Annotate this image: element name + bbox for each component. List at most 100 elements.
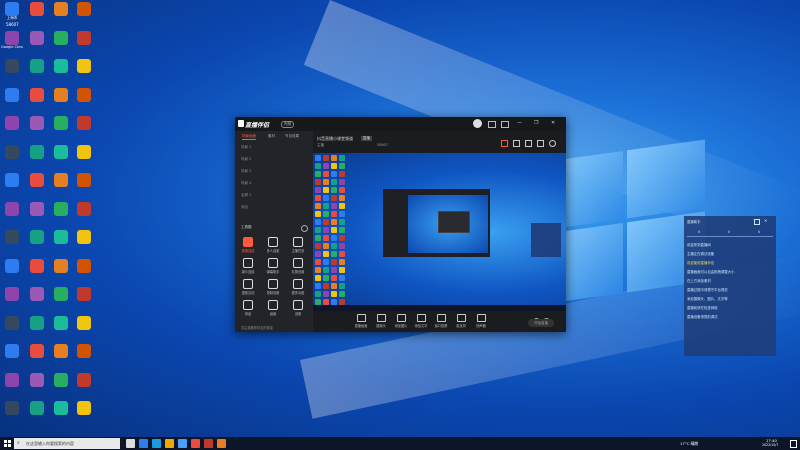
live-companion-window[interactable]: 直播伴侣 内测 — ❐ ✕ 场景画面 素材 节目效果 场景 1 场景 2 场景 3 场… xyxy=(235,117,566,332)
desktop-icon[interactable] xyxy=(1,144,23,171)
desktop-icon[interactable] xyxy=(26,2,48,28)
desktop-icon[interactable] xyxy=(26,30,48,57)
bottom-toolbar-button[interactable]: 麦克风 xyxy=(451,314,471,328)
tool-button[interactable]: 语音互动 xyxy=(239,279,257,295)
scene-item[interactable]: 场景 1 xyxy=(241,145,251,150)
desktop-icon[interactable] xyxy=(26,144,48,171)
desktop-icon[interactable] xyxy=(26,230,48,256)
taskbar-app-icon[interactable] xyxy=(217,439,226,448)
sidebar-footer[interactable]: 向主播推荐好友的链接 xyxy=(241,325,273,330)
pin-icon[interactable] xyxy=(754,219,760,225)
scene-item[interactable]: 场景 2 xyxy=(241,157,251,162)
scene-item[interactable]: 场景 3 xyxy=(241,169,251,174)
tab-assets[interactable]: 素材 xyxy=(268,134,275,139)
close-icon[interactable]: ✕ xyxy=(764,218,767,223)
taskbar-app-icon[interactable] xyxy=(165,439,174,448)
desktop-icon[interactable] xyxy=(1,87,23,114)
weather-widget[interactable]: 17°C 晴朗 xyxy=(680,441,698,447)
tool-button[interactable]: 更多功能 xyxy=(289,279,307,295)
tool-button[interactable]: 主播任务 xyxy=(289,237,307,253)
desktop-icon[interactable] xyxy=(1,401,23,427)
bottom-toolbar-button[interactable]: 添加图片 xyxy=(391,314,411,328)
taskbar-app-icon[interactable] xyxy=(204,439,213,448)
taskbar-app-icon[interactable] xyxy=(126,439,135,448)
desktop-icon[interactable] xyxy=(1,258,23,285)
desktop-icon[interactable] xyxy=(26,315,48,342)
desktop-icon[interactable] xyxy=(26,201,48,228)
scene-item[interactable]: 全屏 1 xyxy=(241,193,251,198)
toolbar-icon[interactable] xyxy=(525,140,532,147)
taskbar-app-icon[interactable] xyxy=(178,439,187,448)
maximize-button[interactable]: ❐ xyxy=(534,120,538,126)
close-button[interactable]: ✕ xyxy=(551,120,555,126)
tool-button[interactable]: 弹幕助手 xyxy=(264,258,282,274)
desktop-icon[interactable] xyxy=(1,372,23,399)
desktop-icon[interactable] xyxy=(50,173,72,199)
toolbar-icon[interactable] xyxy=(501,140,508,147)
desktop-icon[interactable] xyxy=(26,287,48,313)
tool-button[interactable]: 设置 xyxy=(289,300,307,316)
desktop-icon[interactable] xyxy=(50,59,72,85)
desktop-icon[interactable] xyxy=(1,201,23,228)
minimize-button[interactable]: — xyxy=(517,120,522,126)
desktop-icon[interactable] xyxy=(73,372,95,399)
bottom-toolbar-button[interactable]: 添加文字 xyxy=(411,314,431,328)
bottom-toolbar-button[interactable]: 摄像头 xyxy=(371,314,391,328)
desktop-icon[interactable] xyxy=(26,59,48,85)
desktop-icon[interactable] xyxy=(26,173,48,199)
desktop-icon[interactable] xyxy=(26,116,48,142)
tool-button[interactable]: 录制设置 xyxy=(264,279,282,295)
desktop-icon[interactable]: Google Chrome xyxy=(1,30,23,57)
toolbar-icon[interactable] xyxy=(513,140,520,147)
desktop-icon[interactable] xyxy=(50,372,72,399)
desktop-icon[interactable] xyxy=(73,230,95,256)
desktop-icon[interactable] xyxy=(26,401,48,427)
tray-icons[interactable] xyxy=(712,441,752,446)
tool-button[interactable]: 多人连麦 xyxy=(264,237,282,253)
taskbar-app-icon[interactable] xyxy=(139,439,148,448)
avatar[interactable] xyxy=(473,119,482,128)
desktop-icon[interactable] xyxy=(73,344,95,370)
desktop-icon[interactable] xyxy=(50,258,72,285)
desktop-icon[interactable] xyxy=(50,401,72,427)
desktop-icon[interactable] xyxy=(73,173,95,199)
desktop-icon[interactable] xyxy=(1,287,23,313)
desktop-icon[interactable] xyxy=(50,287,72,313)
bottom-toolbar-button[interactable]: 直播画面 xyxy=(351,314,371,328)
clock-date[interactable]: 2022/10/7 xyxy=(762,443,778,447)
desktop-icon[interactable] xyxy=(73,116,95,142)
desktop-icon[interactable] xyxy=(50,87,72,114)
desktop-icon[interactable] xyxy=(1,116,23,142)
live-assistant-panel[interactable]: 直播助手 ✕ 0 0 0 欢迎来到直播间 主播正在调试设备 欢迎使用直播伴侣 直播画面… xyxy=(684,216,776,356)
desktop-icon[interactable] xyxy=(73,201,95,228)
scene-item[interactable]: 场景 4 xyxy=(241,181,251,186)
start-button[interactable] xyxy=(4,440,11,447)
desktop-icon[interactable] xyxy=(50,315,72,342)
desktop-icon[interactable] xyxy=(73,258,95,285)
desktop-icon[interactable] xyxy=(26,372,48,399)
toolbox-collapse-icon[interactable] xyxy=(301,225,308,232)
desktop-icon[interactable] xyxy=(73,315,95,342)
desktop-icon[interactable] xyxy=(73,59,95,85)
desktop-icon[interactable] xyxy=(26,258,48,285)
desktop-icon[interactable] xyxy=(50,144,72,171)
desktop-icon[interactable] xyxy=(50,30,72,57)
desktop-icon[interactable] xyxy=(73,144,95,171)
title-bar[interactable]: 直播伴侣 内测 — ❐ ✕ xyxy=(235,117,566,131)
desktop-icon[interactable] xyxy=(50,230,72,256)
live-preview-canvas[interactable] xyxy=(313,153,566,311)
desktop-icon[interactable] xyxy=(26,344,48,370)
tool-button[interactable]: 观众连线 xyxy=(239,258,257,274)
desktop-icon[interactable] xyxy=(26,87,48,114)
desktop-icon[interactable] xyxy=(1,230,23,256)
tool-button[interactable]: 商品 xyxy=(239,300,257,316)
bottom-toolbar-button[interactable]: 扬声器 xyxy=(471,314,491,328)
taskbar-app-icon[interactable] xyxy=(191,439,200,448)
desktop-icon[interactable] xyxy=(1,344,23,370)
desktop-icon[interactable] xyxy=(1,173,23,199)
tab-effects[interactable]: 节目效果 xyxy=(285,134,299,139)
desktop-icon[interactable] xyxy=(73,2,95,28)
scene-item[interactable]: 添加 xyxy=(241,205,248,210)
desktop-icon[interactable] xyxy=(73,401,95,427)
tool-button[interactable]: 直播连线 xyxy=(239,237,257,253)
